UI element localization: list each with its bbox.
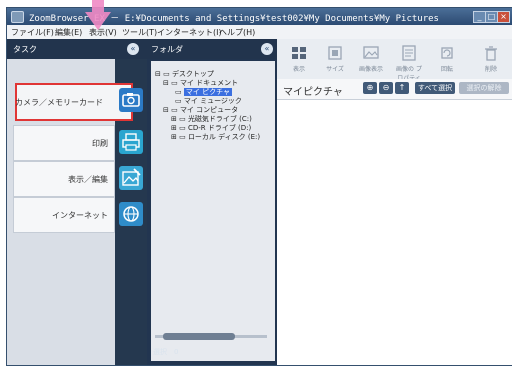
toolbar: 表示 サイズ 画像表示 画像の プロパティ 回転 削除: [277, 39, 512, 82]
tree-label: 光磁気ドライブ (C:): [187, 115, 252, 123]
image-view-icon: [363, 46, 379, 59]
select-all-button[interactable]: すべて選択: [415, 82, 455, 94]
folder-panel-title: フォルダ: [151, 45, 183, 54]
tree-label: デスクトップ: [171, 70, 214, 78]
close-button[interactable]: ×: [497, 11, 510, 23]
folder-horizontal-scrollbar[interactable]: [155, 333, 267, 340]
tool-view-button[interactable]: 表示: [285, 43, 313, 73]
tool-delete-button[interactable]: 削除: [477, 43, 505, 73]
folder-collapse-button[interactable]: «: [261, 43, 273, 55]
zoom-out-icon[interactable]: ⊖: [379, 82, 393, 94]
folder-panel: フォルダ « ⊟ ▭ デスクトップ ⊟ ▭ マイ ドキュメント ▭ マイ ピクチ…: [147, 39, 277, 365]
folder-tree: ⊟ ▭ デスクトップ ⊟ ▭ マイ ドキュメント ▭ マイ ピクチャ ▭ マイ …: [151, 61, 275, 361]
tool-size-button[interactable]: サイズ: [321, 43, 349, 73]
menu-help[interactable]: ヘルプ(H): [219, 27, 255, 38]
tool-label-image-view: 画像表示: [358, 66, 383, 73]
rotate-icon: [441, 47, 453, 59]
task-print-button[interactable]: 印刷: [13, 125, 115, 161]
tree-node-drive-e[interactable]: ⊞ ▭ ローカル ディスク (E:): [171, 132, 260, 142]
annotation-arrow-icon: [85, 0, 111, 30]
tool-rotate-button[interactable]: 回転: [433, 43, 461, 73]
tool-label-view: 表示: [292, 66, 305, 73]
tool-label-size: サイズ: [326, 66, 344, 73]
task-label-internet: インターネット: [52, 211, 108, 220]
printer-icon[interactable]: [119, 130, 143, 154]
folder-header-row: マイピクチャ ⊕ ⊖ ↑ すべて選択 選択の解除: [277, 79, 512, 100]
app-icon: [11, 11, 24, 23]
task-view-edit-button[interactable]: 表示／編集: [13, 161, 115, 197]
task-camera-memorycard-button[interactable]: カメラ／メモリーカード: [15, 83, 133, 121]
menu-tools[interactable]: ツール(T): [122, 27, 157, 38]
tree-label: マイ コンピュータ: [179, 106, 239, 114]
zoom-in-icon[interactable]: ⊕: [363, 82, 377, 94]
thumbnail-area[interactable]: [277, 100, 512, 365]
image-edit-icon[interactable]: [119, 166, 143, 190]
current-folder-title: マイピクチャ: [283, 87, 343, 98]
selection-status: 選択 0: [153, 348, 179, 356]
tool-properties-button[interactable]: 画像の プロパティ: [395, 43, 423, 82]
tree-label: マイ ドキュメント: [179, 79, 239, 87]
globe-icon[interactable]: [119, 202, 143, 226]
size-icon: [328, 46, 342, 60]
menu-file[interactable]: ファイル(F): [11, 27, 54, 38]
task-label-view-edit: 表示／編集: [68, 175, 108, 184]
task-panel-title: タスク: [13, 45, 37, 54]
tree-label: マイ ミュージック: [183, 97, 242, 105]
menu-internet[interactable]: インターネット(I): [157, 27, 222, 38]
menu-edit[interactable]: 編集(E): [55, 27, 82, 38]
camera-icon[interactable]: [119, 88, 143, 112]
scrollbar-thumb[interactable]: [163, 333, 235, 340]
app-window: ZoomBrowser EX － E:¥Documents and Settin…: [6, 7, 512, 366]
task-panel: カメラ／メモリーカード 印刷 表示／編集 インターネット: [7, 59, 147, 365]
deselect-button[interactable]: 選択の解除: [459, 82, 509, 94]
view-icon: [292, 47, 306, 59]
main-view: 表示 サイズ 画像表示 画像の プロパティ 回転 削除: [277, 39, 512, 365]
tool-label-rotate: 回転: [440, 66, 453, 73]
tree-label: ローカル ディスク (E:): [187, 133, 261, 141]
tree-label: マイ ピクチャ: [183, 88, 232, 96]
tool-label-delete: 削除: [484, 66, 497, 73]
folder-panel-header: フォルダ «: [147, 39, 277, 59]
task-internet-button[interactable]: インターネット: [13, 197, 115, 233]
task-collapse-button[interactable]: «: [127, 43, 139, 55]
properties-icon: [402, 45, 416, 61]
tool-image-view-button[interactable]: 画像表示: [357, 43, 385, 73]
task-panel-header: タスク «: [7, 39, 147, 59]
tree-label: CD-R ドライブ (D:): [187, 124, 252, 132]
task-label-print: 印刷: [92, 139, 108, 148]
task-label-camera: カメラ／メモリーカード: [15, 98, 103, 107]
up-folder-icon[interactable]: ↑: [395, 82, 409, 94]
trash-icon: [485, 46, 497, 61]
